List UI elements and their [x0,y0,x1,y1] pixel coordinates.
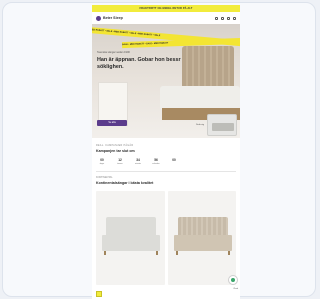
products-section: KONTINENTAL Kontinentalsängar i bästa kv… [92,176,240,185]
countdown-section: REAL. KAMPANJER PÅGÅR Kampanjen tar slut… [92,144,240,165]
hero-caption: Dela sig [196,124,204,126]
product-card[interactable] [96,190,165,285]
search-icon[interactable] [215,16,218,20]
hero-title: Han är äppnan. Gobar hon bessr söklighen… [97,57,181,70]
countdown-label: sekunder [152,163,160,165]
countdown-timer: 00 dagar 12 timmar 34 minuter 56 sekunde… [96,158,236,165]
countdown-label: timmar [117,163,123,165]
countdown-value: 00 [100,158,104,162]
hero-eyebrow: Svenska sängar sedan 1900 [97,51,130,54]
hero-product-thumbnail[interactable] [207,114,237,136]
countdown-unit: 56 sekunder [150,158,162,165]
product-leg [175,250,178,255]
countdown-value: 56 [154,158,158,162]
hero-banner: SALE • MED RABATT • SALE • MED RABATT • … [92,24,240,138]
hero-bed-image [160,86,240,110]
user-icon[interactable] [221,16,224,20]
countdown-unit: 34 minuter [132,158,144,165]
chat-icon[interactable] [228,275,238,285]
promo-bar[interactable]: FRAKTFRITT OG ENKEL RETUR PÅ ALT [92,5,240,12]
countdown-eyebrow: REAL. KAMPANJER PÅGÅR [96,144,134,147]
countdown-unit: 00 [168,158,180,165]
product-leg [156,250,158,255]
countdown-unit: 12 timmar [114,158,126,165]
brand-logo[interactable]: Beter Sleep [96,15,123,21]
product-grid [92,185,240,285]
countdown-title: Kampanjen tar slut om [96,149,135,153]
section-divider [96,171,236,172]
thumbnail-bed-image [212,123,234,131]
product-headboard-image [177,216,228,237]
menu-icon[interactable] [233,16,236,20]
countdown-label: minuter [135,163,141,165]
hero-cta-button[interactable]: Se alla [97,120,127,126]
product-mattress-image [173,234,232,251]
countdown-value: 12 [118,158,122,162]
chat-label: Chatt [233,288,238,290]
product-headboard-image [106,216,156,237]
product-leg [104,250,106,255]
countdown-label: dagar [99,163,105,165]
cart-icon[interactable] [227,16,230,20]
countdown-unit: 00 dagar [96,158,108,165]
hero-headboard-image [182,46,234,90]
logo-mark-icon [96,15,101,21]
top-nav: Beter Sleep [92,12,240,24]
product-card[interactable] [167,190,236,285]
mobile-page: FRAKTFRITT OG ENKEL RETUR PÅ ALT Beter S… [92,5,240,299]
product-mattress-image [102,234,160,251]
product-leg [227,250,230,255]
countdown-value: 00 [172,158,176,162]
products-eyebrow: KONTINENTAL [96,175,113,179]
nav-icons [215,16,236,20]
brand-name: Beter Sleep [103,16,123,20]
sticky-promo-icon[interactable] [96,291,102,297]
countdown-value: 34 [136,158,140,162]
